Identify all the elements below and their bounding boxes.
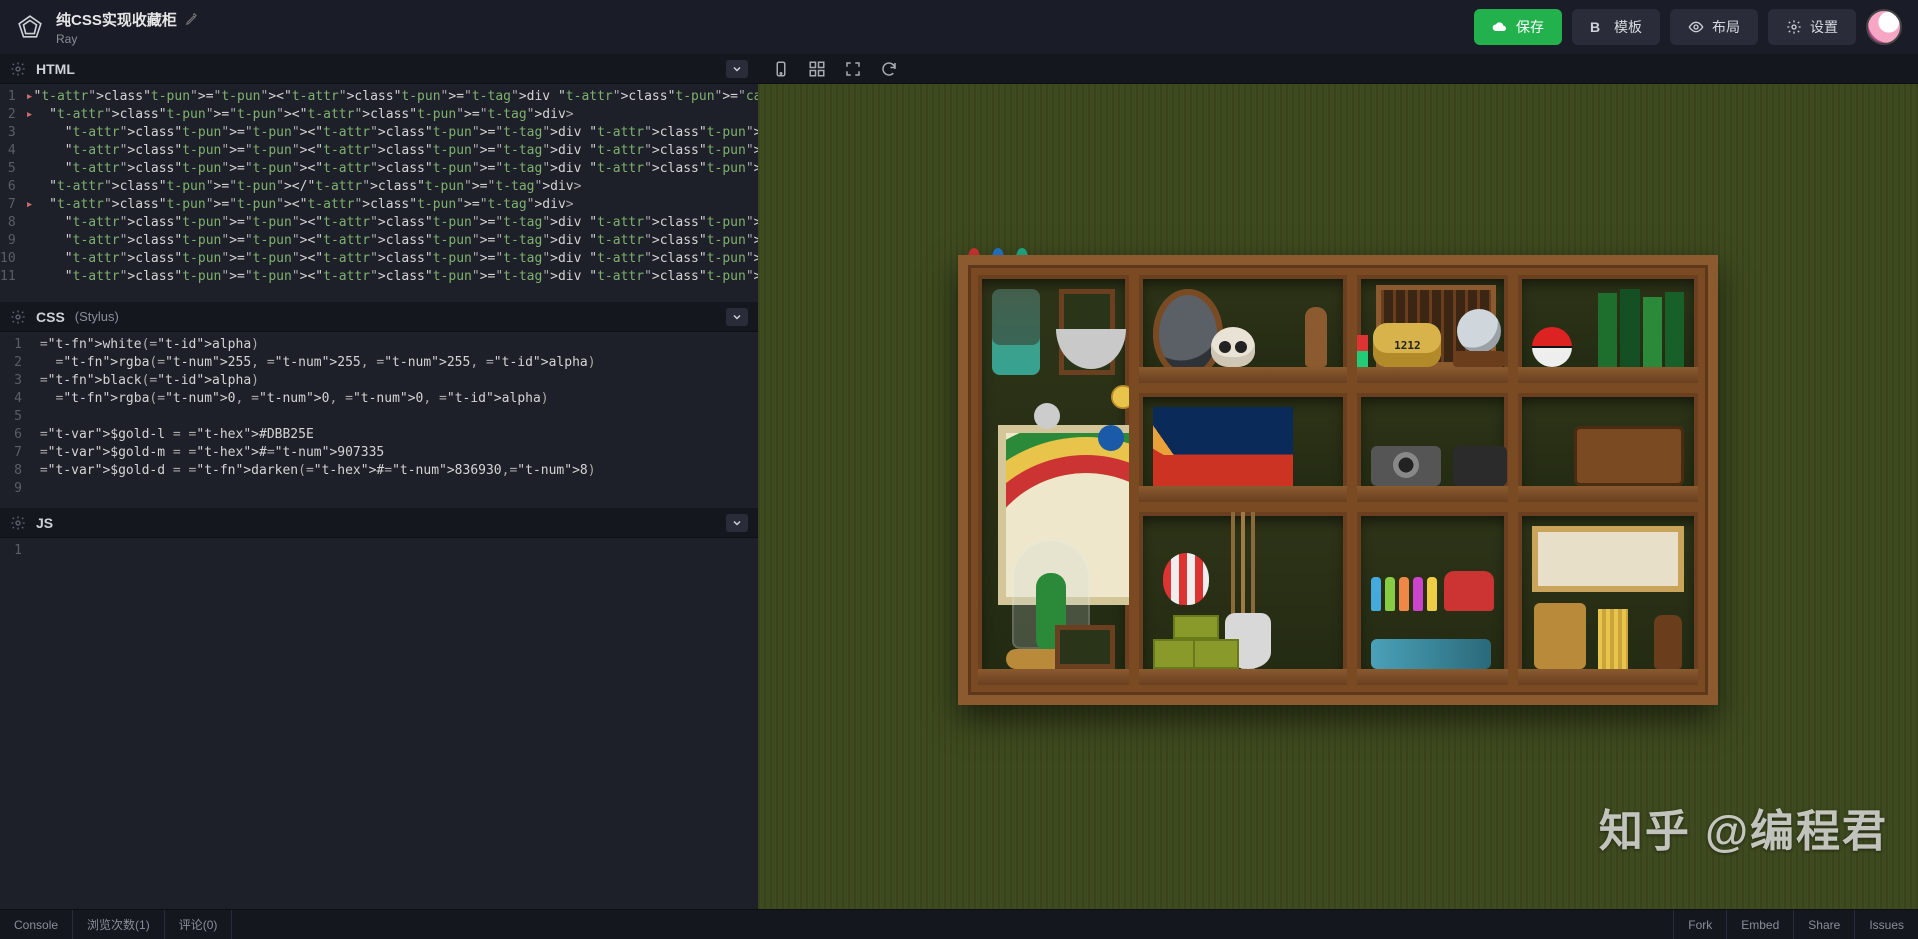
footer-bar: Console 浏览次数(1) 评论(0) Fork Embed Share I… [0,909,1918,939]
device-icon[interactable] [772,60,790,78]
potion-vials [1371,577,1437,611]
pen-title: 纯CSS实现收藏柜 [56,9,177,30]
edit-title-icon[interactable] [185,12,199,26]
layout-label: 布局 [1712,17,1740,37]
fullscreen-icon[interactable] [844,60,862,78]
small-frame [1055,625,1115,669]
js-pane-title: JS [36,515,53,531]
mirror [1153,289,1223,379]
snowglobe [1453,309,1505,367]
books [1598,285,1684,367]
comments-tab[interactable]: 评论(0) [165,910,233,939]
share-button[interactable]: Share [1793,910,1854,939]
bold-b-icon: B [1590,19,1606,35]
css-settings-icon[interactable] [10,309,26,325]
cell-flag [1139,393,1347,501]
header-actions: 保存 B 模板 布局 设置 [1474,9,1902,45]
template-button[interactable]: B 模板 [1572,9,1660,45]
medal [1111,385,1129,409]
app-logo[interactable] [16,13,44,41]
html-settings-icon[interactable] [10,61,26,77]
js-collapse-button[interactable] [726,514,748,532]
css-cabinet: 1212 [958,255,1718,705]
preview-toolbar [758,54,1918,84]
html-pane-header: HTML [0,54,758,84]
camera-silver [1371,446,1441,486]
treasure-chest [1574,426,1684,486]
embed-button[interactable]: Embed [1726,910,1793,939]
settings-button[interactable]: 设置 [1768,9,1856,45]
main-area: HTML 1234567891011 ▸"t-attr">class"t-pun… [0,54,1918,909]
rubiks-cube [1357,335,1368,367]
layout-button[interactable]: 布局 [1670,9,1758,45]
pokeball [1532,327,1572,367]
raygun [1371,639,1491,669]
ornament-silver [1034,403,1060,429]
cell-cameras [1357,393,1508,501]
bugs-frame [1532,526,1684,592]
css-editor[interactable]: 123456789 ="t-fn">white(="t-id">alpha) =… [0,332,758,508]
css-collapse-button[interactable] [726,308,748,326]
viewmaster [1444,571,1494,611]
views-tab[interactable]: 浏览次数(1) [73,910,165,939]
cell-chest [1518,393,1698,501]
bottle-amber [1305,307,1327,367]
html-collapse-button[interactable] [726,60,748,78]
cell-books [1518,275,1698,383]
settings-label: 设置 [1810,17,1838,37]
grid-icon[interactable] [808,60,826,78]
stacked-boxes [1153,619,1239,669]
eye-icon [1688,19,1704,35]
refresh-icon[interactable] [880,60,898,78]
template-label: 模板 [1614,17,1642,37]
cell-balloon [1139,512,1347,685]
app-header: 纯CSS实现收藏柜 Ray 保存 B 模板 布局 [0,0,1918,54]
css-pane-title: CSS [36,309,65,325]
gear-icon [1786,19,1802,35]
tool-cup [1534,603,1586,669]
camera-black [1453,446,1507,486]
html-pane-title: HTML [36,61,75,77]
css-pane-header: CSS (Stylus) [0,302,758,332]
css-pane-sub: (Stylus) [75,309,119,324]
cell-mirror [1139,275,1347,383]
js-editor[interactable]: 1 [0,538,758,909]
editor-column: HTML 1234567891011 ▸"t-attr">class"t-pun… [0,54,758,909]
watermark: 知乎 @编程君 [1599,795,1888,859]
user-avatar[interactable] [1866,9,1902,45]
skull [1211,327,1255,367]
issues-button[interactable]: Issues [1854,910,1918,939]
pen-author[interactable]: Ray [56,32,199,46]
js-pane-header: JS [0,508,758,538]
js-settings-icon[interactable] [10,515,26,531]
fork-button[interactable]: Fork [1673,910,1726,939]
html-editor[interactable]: 1234567891011 ▸"t-attr">class"t-pun">="t… [0,84,758,302]
save-button[interactable]: 保存 [1474,9,1562,45]
flag-arizona [1153,407,1293,493]
title-block: 纯CSS实现收藏柜 Ray [56,9,199,46]
cell-tall-right [978,275,1129,685]
save-label: 保存 [1516,17,1544,37]
console-tab[interactable]: Console [0,910,73,939]
cell-abacus: 1212 [1357,275,1508,383]
cell-vials [1357,512,1508,685]
cloud-icon [1492,19,1508,35]
preview-canvas: 1212 [758,84,1918,909]
beer-bottle [1654,615,1682,669]
pencil-cup [1598,609,1628,669]
jar [992,289,1040,375]
hot-air-balloon [1163,553,1209,605]
ornament-blue [1098,425,1124,451]
clock: 1212 [1373,323,1441,367]
preview-column: 1212 [758,54,1918,909]
cell-desk [1518,512,1698,685]
